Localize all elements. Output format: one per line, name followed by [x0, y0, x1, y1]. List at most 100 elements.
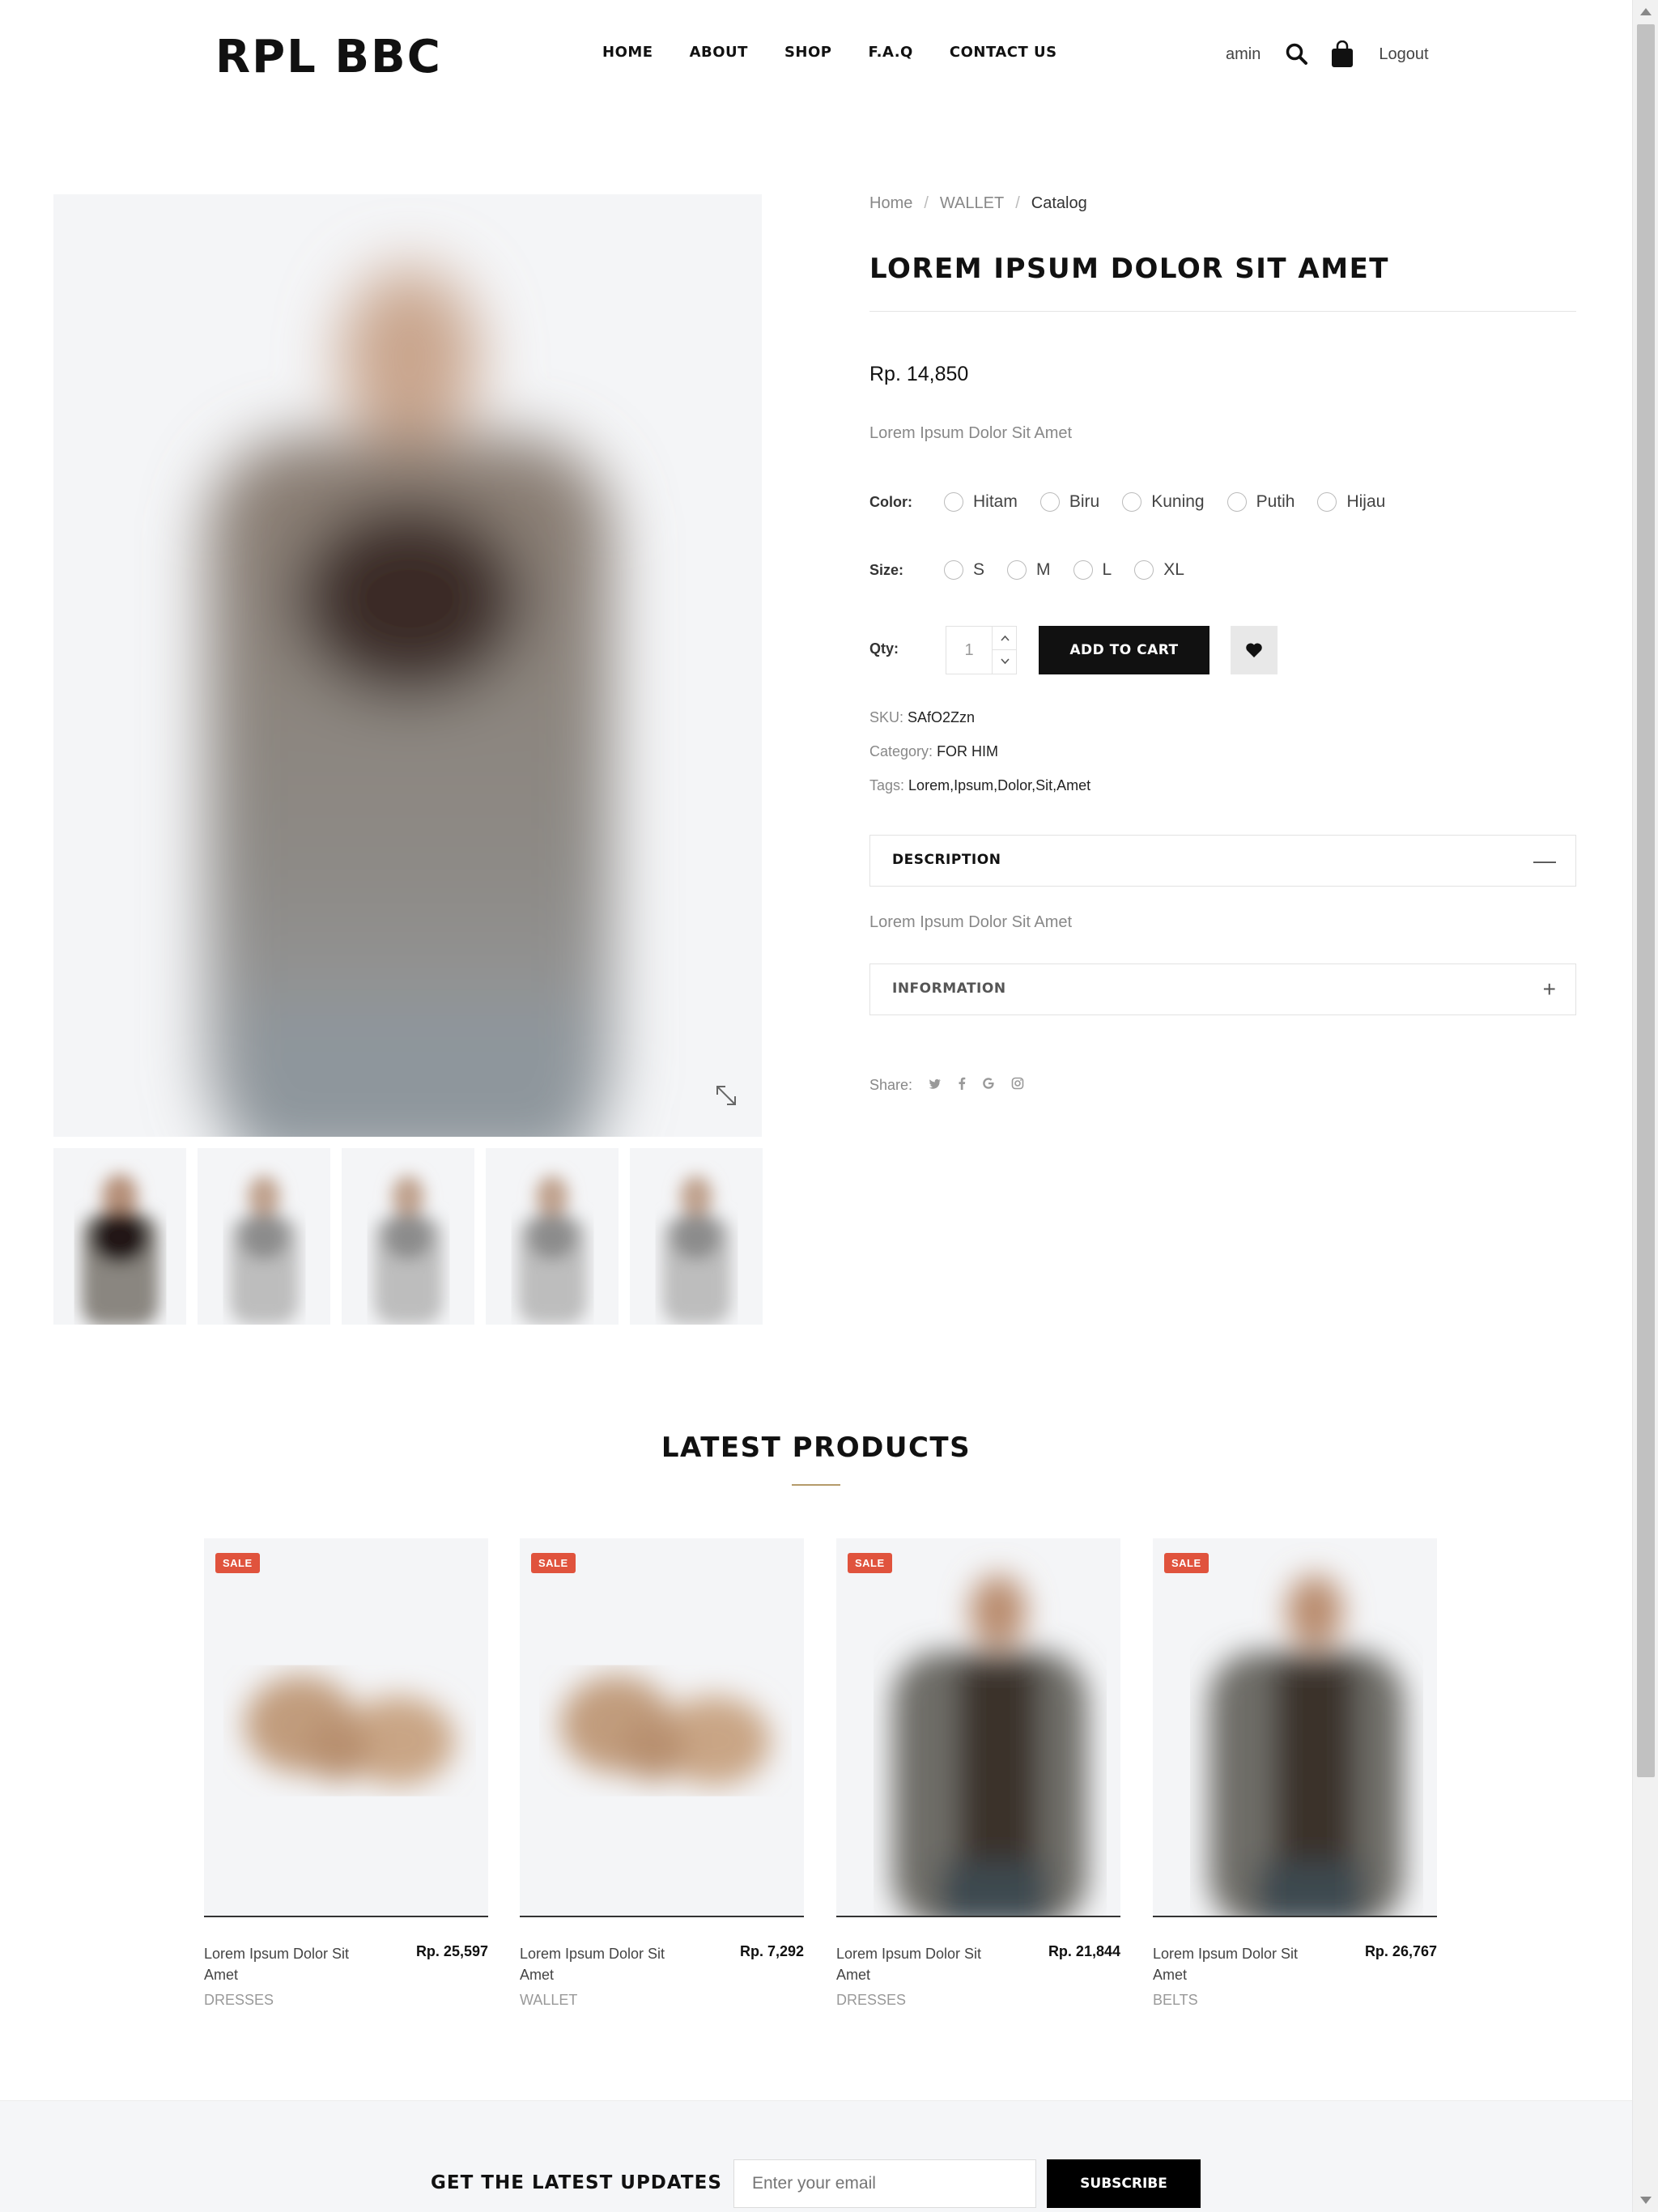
color-option-label: Kuning [1151, 492, 1205, 511]
breadcrumb-current: Catalog [1031, 194, 1087, 212]
breadcrumb-separator: / [1015, 194, 1020, 212]
color-option-hitam[interactable]: Hitam [944, 492, 1018, 512]
product-card[interactable]: SALE Lorem Ipsum Dolor Sit Amet Rp. 7,29… [520, 1538, 804, 2008]
breadcrumb-home[interactable]: Home [869, 194, 912, 213]
sku-value: SAfO2Zzn [908, 709, 976, 725]
thumbnail-4[interactable] [486, 1148, 619, 1325]
product-main-image[interactable] [53, 194, 762, 1137]
size-option-xl[interactable]: XL [1134, 560, 1184, 580]
site-logo[interactable]: RPL BBC [215, 31, 442, 83]
product-card-name[interactable]: Lorem Ipsum Dolor Sit Amet [520, 1943, 682, 1985]
vertical-scrollbar[interactable] [1632, 0, 1658, 2212]
nav-faq[interactable]: F.A.Q [868, 44, 912, 61]
scroll-down-arrow-icon[interactable] [1640, 2197, 1652, 2204]
product-title: LOREM IPSUM DOLOR SIT AMET [869, 253, 1390, 285]
size-option-m[interactable]: M [1007, 560, 1051, 580]
quantity-stepper[interactable]: 1 [946, 626, 1017, 674]
logout-link[interactable]: Logout [1379, 45, 1428, 64]
share-label: Share: [869, 1077, 913, 1093]
radio-button[interactable] [1039, 492, 1060, 512]
scroll-up-arrow-icon[interactable] [1640, 8, 1652, 15]
expand-icon[interactable] [712, 1082, 740, 1109]
product-page: RPL BBC HOME ABOUT SHOP F.A.Q CONTACT US… [0, 0, 1632, 2212]
radio-button[interactable] [944, 492, 963, 512]
breadcrumb-category[interactable]: WALLET [940, 194, 1004, 213]
sku-row: SKU: SAfO2Zzn [869, 709, 975, 726]
sale-badge: SALE [1164, 1553, 1209, 1573]
shopping-bag-icon[interactable] [1330, 40, 1354, 68]
nav-home[interactable]: HOME [602, 44, 653, 61]
thumbnail-5[interactable] [630, 1148, 763, 1325]
instagram-icon[interactable] [1011, 1077, 1024, 1094]
scrollbar-thumb[interactable] [1637, 24, 1655, 1777]
size-option-s[interactable]: S [944, 560, 984, 580]
collapse-icon[interactable]: — [1533, 849, 1556, 872]
thumbnail-1[interactable] [53, 1148, 186, 1325]
size-option-l[interactable]: L [1073, 560, 1112, 580]
qty-label: Qty: [869, 640, 899, 657]
user-name[interactable]: amin [1226, 45, 1261, 64]
size-option-label: S [973, 560, 985, 579]
chevron-down-icon [1001, 658, 1010, 665]
wishlist-button[interactable] [1231, 626, 1278, 674]
category-row: Category: FOR HIM [869, 743, 998, 760]
radio-button[interactable] [1226, 492, 1247, 512]
radio-button[interactable] [1073, 560, 1093, 580]
search-icon[interactable] [1285, 42, 1309, 66]
category-link[interactable]: FOR HIM [937, 743, 998, 759]
color-option-biru[interactable]: Biru [1039, 492, 1099, 512]
description-accordion[interactable]: DESCRIPTION — [869, 835, 1576, 887]
product-card-category[interactable]: BELTS [1153, 1992, 1198, 2009]
twitter-icon[interactable] [929, 1078, 942, 1094]
radio-button[interactable] [1134, 560, 1154, 580]
product-card[interactable]: SALE Lorem Ipsum Dolor Sit Amet Rp. 25,5… [204, 1538, 488, 2008]
product-card-name[interactable]: Lorem Ipsum Dolor Sit Amet [836, 1943, 998, 1985]
nav-contact[interactable]: CONTACT US [950, 44, 1057, 61]
tags-links[interactable]: Lorem,Ipsum,Dolor,Sit,Amet [908, 777, 1090, 793]
product-card-category[interactable]: DRESSES [836, 1992, 906, 2009]
product-card-image[interactable]: SALE [836, 1538, 1120, 1917]
title-underline [792, 1484, 840, 1486]
expand-plus-icon[interactable]: + [1543, 978, 1556, 1001]
product-card[interactable]: SALE Lorem Ipsum Dolor Sit Amet Rp. 26,7… [1153, 1538, 1437, 2008]
radio-button[interactable] [1122, 492, 1142, 512]
radio-button[interactable] [1007, 560, 1027, 580]
product-card-name[interactable]: Lorem Ipsum Dolor Sit Amet [204, 1943, 366, 1985]
radio-button[interactable] [1317, 492, 1337, 512]
quantity-increment-button[interactable] [992, 627, 1017, 650]
color-options: Hitam Biru Kuning Putih Hijau [944, 492, 1408, 512]
color-option-label: Hitam [973, 492, 1018, 511]
google-icon[interactable] [982, 1077, 995, 1094]
product-card[interactable]: SALE Lorem Ipsum Dolor Sit Amet Rp. 21,8… [836, 1538, 1120, 2008]
subscribe-button[interactable]: SUBSCRIBE [1047, 2159, 1201, 2208]
size-option-label: L [1102, 560, 1112, 579]
information-accordion[interactable]: INFORMATION + [869, 963, 1576, 1015]
newsletter-email-input[interactable] [733, 2159, 1036, 2208]
color-option-kuning[interactable]: Kuning [1122, 492, 1205, 512]
add-to-cart-button[interactable]: ADD TO CART [1039, 626, 1209, 674]
nav-about[interactable]: ABOUT [690, 44, 748, 61]
product-card-price: Rp. 26,767 [1364, 1943, 1437, 1959]
color-option-hijau[interactable]: Hijau [1317, 492, 1385, 512]
color-option-label: Hijau [1346, 492, 1386, 511]
user-area: amin Logout [1226, 40, 1429, 68]
sale-badge: SALE [531, 1553, 576, 1573]
product-price: Rp. 14,850 [869, 363, 969, 385]
product-card-name[interactable]: Lorem Ipsum Dolor Sit Amet [1153, 1943, 1315, 1985]
facebook-icon[interactable] [958, 1077, 966, 1094]
color-label: Color: [869, 494, 912, 510]
radio-button[interactable] [944, 560, 963, 580]
size-option-label: M [1036, 560, 1051, 579]
product-card-image[interactable]: SALE [204, 1538, 488, 1917]
thumbnail-2[interactable] [198, 1148, 330, 1325]
main-nav: HOME ABOUT SHOP F.A.Q CONTACT US [602, 44, 1094, 61]
quantity-input[interactable]: 1 [946, 627, 992, 674]
product-card-category[interactable]: WALLET [520, 1992, 577, 2009]
nav-shop[interactable]: SHOP [784, 44, 832, 61]
quantity-decrement-button[interactable] [992, 650, 1017, 674]
product-card-category[interactable]: DRESSES [204, 1992, 274, 2009]
product-card-image[interactable]: SALE [1153, 1538, 1437, 1917]
thumbnail-3[interactable] [342, 1148, 474, 1325]
color-option-putih[interactable]: Putih [1226, 492, 1295, 512]
product-card-image[interactable]: SALE [520, 1538, 804, 1917]
